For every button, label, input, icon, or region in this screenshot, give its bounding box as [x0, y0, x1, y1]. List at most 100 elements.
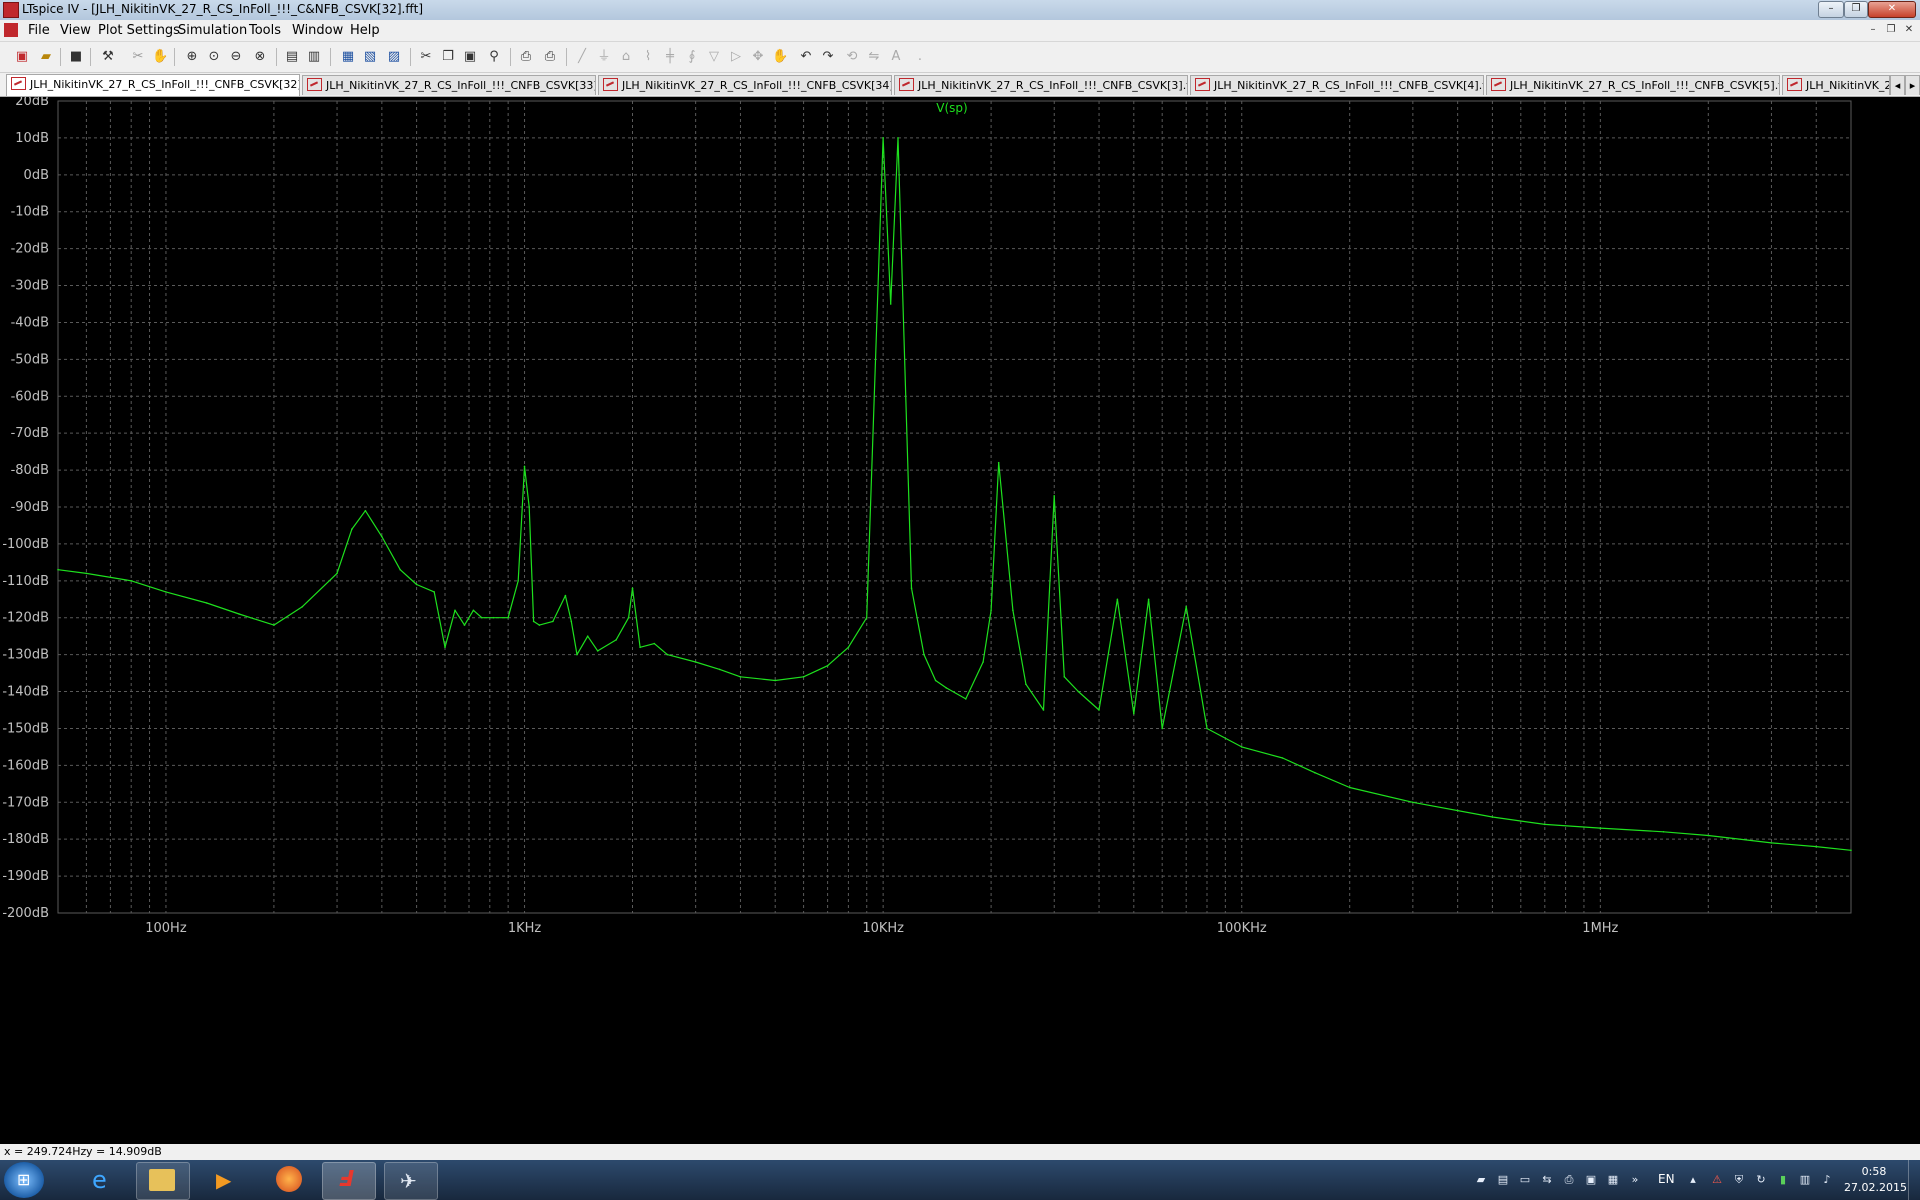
wire-icon[interactable]: ╱: [574, 49, 590, 65]
taskbar-clock[interactable]: 0:58 27.02.2015: [1844, 1164, 1907, 1196]
tools-icon: ✈: [400, 1169, 417, 1193]
undo-icon[interactable]: ↶: [798, 49, 814, 65]
tab-label: JLH_NikitinVK_27_R_CS_InFoll_!!!_CNFB_CS…: [918, 79, 1188, 92]
tab-scroll-right[interactable]: ▸: [1905, 75, 1920, 95]
taskbar-media-player[interactable]: ▶: [200, 1162, 252, 1198]
mark-cursor-icon[interactable]: ▥: [306, 49, 322, 65]
data-point: [1348, 786, 1351, 789]
close-button[interactable]: ✕: [1868, 1, 1916, 18]
tab-fft-33[interactable]: JLH_NikitinVK_27_R_CS_InFoll_!!!_CNFB_CS…: [302, 75, 596, 95]
copy-icon[interactable]: ❐: [440, 49, 456, 65]
new-schematic-icon[interactable]: ▣: [14, 49, 30, 65]
menu-help[interactable]: Help: [350, 23, 380, 38]
tray-note-icon[interactable]: ▤: [1496, 1173, 1510, 1187]
show-hidden-icons[interactable]: ▴: [1686, 1173, 1700, 1187]
ltspice-app-icon[interactable]: [3, 2, 19, 18]
taskbar-explorer[interactable]: [136, 1162, 190, 1200]
tray-battery-icon[interactable]: ▮: [1776, 1173, 1790, 1187]
language-indicator[interactable]: EN: [1658, 1172, 1675, 1186]
tab-fft-32[interactable]: JLH_NikitinVK_27_R_CS_InFoll_!!!_CNFB_CS…: [6, 74, 300, 96]
menu-file[interactable]: File: [28, 23, 50, 38]
zoom-out-icon[interactable]: ⊖: [228, 49, 244, 65]
tab-fft-4[interactable]: JLH_NikitinVK_27_R_CS_InFoll_!!!_CNFB_CS…: [1190, 75, 1484, 95]
cut-icon[interactable]: ✂: [418, 49, 434, 65]
taskbar-tools[interactable]: ✈: [384, 1162, 438, 1200]
menu-plot-settings[interactable]: Plot Settings: [98, 23, 180, 38]
tray-network-icon[interactable]: ⇆: [1540, 1173, 1554, 1187]
menu-window[interactable]: Window: [292, 23, 343, 38]
data-point: [532, 620, 535, 623]
resistor-icon[interactable]: ⌇: [640, 49, 656, 65]
tray-folder-icon[interactable]: ▰: [1474, 1173, 1488, 1187]
menu-view[interactable]: View: [60, 23, 91, 38]
tab-fft-more[interactable]: JLH_NikitinVK_2: [1782, 75, 1890, 95]
pan-icon[interactable]: ⊙: [206, 49, 222, 65]
start-button[interactable]: ⊞: [4, 1162, 44, 1198]
tray-sync-icon[interactable]: ↻: [1754, 1173, 1768, 1187]
cascade-icon[interactable]: ▧: [362, 49, 378, 65]
close-all-icon[interactable]: ▨: [386, 49, 402, 65]
tray-chevron-icon[interactable]: »: [1628, 1173, 1642, 1187]
document-tabs: JLH_NikitinVK_27_R_CS_InFoll_!!!_CNFB_CS…: [0, 73, 1920, 97]
mirror-icon[interactable]: ⇋: [866, 49, 882, 65]
move-icon[interactable]: ✥: [750, 49, 766, 65]
data-point: [990, 609, 992, 612]
taskbar-ie[interactable]: e: [78, 1162, 130, 1198]
rotate-icon[interactable]: ⟲: [844, 49, 860, 65]
label-net-icon[interactable]: ⌂: [618, 49, 634, 65]
tray-shield-icon[interactable]: ⛨: [1732, 1173, 1746, 1187]
zoom-in-icon[interactable]: ⊕: [184, 49, 200, 65]
data-point: [865, 616, 868, 619]
document-icon[interactable]: [4, 23, 18, 37]
tab-scroll-left[interactable]: ◂: [1890, 75, 1905, 95]
capacitor-icon[interactable]: ╪: [662, 49, 678, 65]
fft-plot[interactable]: 20dB 10dB 0dB -10dB -20dB -30dB -40dB -50dB -60d…: [0, 97, 1920, 1144]
control-panel-icon[interactable]: ⚒: [100, 49, 116, 65]
ground-icon[interactable]: ⏚: [596, 49, 612, 65]
drag-icon[interactable]: ✋: [772, 49, 788, 65]
doc-minimize-button[interactable]: –: [1866, 23, 1880, 37]
tray-network-status-icon[interactable]: ▥: [1798, 1173, 1812, 1187]
tab-fft-5[interactable]: JLH_NikitinVK_27_R_CS_InFoll_!!!_CNFB_CS…: [1486, 75, 1780, 95]
print-icon[interactable]: ⎙: [542, 49, 558, 65]
x-tick-label: 1MHz: [1582, 921, 1618, 936]
menu-tools[interactable]: Tools: [249, 23, 281, 38]
zoom-fit-icon[interactable]: ⊗: [252, 49, 268, 65]
tray-app-icon[interactable]: ▣: [1584, 1173, 1598, 1187]
restore-button[interactable]: ❐: [1844, 1, 1868, 18]
tray-monitor-icon[interactable]: ▭: [1518, 1173, 1532, 1187]
data-point: [982, 661, 984, 663]
doc-restore-button[interactable]: ❐: [1884, 23, 1898, 37]
tray-app2-icon[interactable]: ▦: [1606, 1173, 1620, 1187]
inductor-icon[interactable]: ∮: [684, 49, 700, 65]
data-point: [1098, 709, 1100, 711]
save-icon[interactable]: ■: [68, 49, 84, 65]
waveform-viewer[interactable]: 20dB 10dB 0dB -10dB -20dB -30dB -40dB -50dB -60d…: [0, 97, 1920, 1144]
find-icon[interactable]: ⚲: [486, 49, 502, 65]
tab-fft-34[interactable]: JLH_NikitinVK_27_R_CS_InFoll_!!!_CNFB_CS…: [598, 75, 892, 95]
halt-icon[interactable]: ✋: [152, 49, 168, 65]
autorange-icon[interactable]: ▤: [284, 49, 300, 65]
text-icon[interactable]: A: [888, 49, 904, 65]
menu-simulation[interactable]: Simulation: [178, 23, 247, 38]
print-preview-icon[interactable]: ⎙: [518, 49, 534, 65]
diode-icon[interactable]: ▽: [706, 49, 722, 65]
tray-alert-icon[interactable]: ⚠: [1710, 1173, 1724, 1187]
volume-icon[interactable]: ♪: [1820, 1173, 1834, 1187]
tab-fft-3[interactable]: JLH_NikitinVK_27_R_CS_InFoll_!!!_CNFB_CS…: [894, 75, 1188, 95]
minimize-button[interactable]: –: [1818, 1, 1844, 18]
taskbar-firefox[interactable]: [264, 1162, 316, 1198]
tray-print-icon[interactable]: ⎙: [1562, 1173, 1576, 1187]
data-point: [897, 137, 899, 139]
trace-label-vsp[interactable]: V(sp): [936, 101, 967, 115]
paste-icon[interactable]: ▣: [462, 49, 478, 65]
spice-directive-icon[interactable]: .: [912, 49, 928, 65]
tile-horizontal-icon[interactable]: ▦: [340, 49, 356, 65]
component-icon[interactable]: ▷: [728, 49, 744, 65]
taskbar-ltspice[interactable]: Ⅎ: [322, 1162, 376, 1200]
doc-close-button[interactable]: ✕: [1902, 23, 1916, 37]
open-folder-icon[interactable]: ▰: [38, 49, 54, 65]
run-icon[interactable]: ✂: [130, 49, 146, 65]
redo-icon[interactable]: ↷: [820, 49, 836, 65]
show-desktop-button[interactable]: [1908, 1160, 1920, 1200]
